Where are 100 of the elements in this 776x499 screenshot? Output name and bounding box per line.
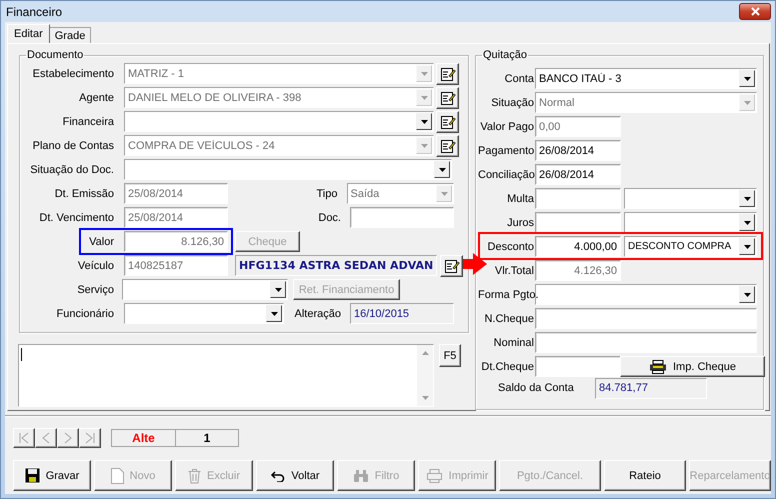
field-label: Conta (504, 72, 534, 84)
value-display: 16/10/2015 (350, 303, 454, 324)
caret-down-icon (744, 220, 750, 224)
text-field[interactable] (535, 308, 757, 329)
form-button[interactable]: Imp. Cheque (620, 356, 765, 377)
vehicle-label: HFG1134 ASTRA SEDAN ADVAN (235, 255, 438, 276)
field-label: Plano de Contas (32, 140, 114, 152)
dropdown-button[interactable] (739, 190, 755, 207)
field-label: Veículo (76, 260, 114, 272)
caret-down-icon (744, 244, 750, 248)
last-record-icon (83, 431, 97, 445)
blank-page-icon (110, 468, 124, 484)
undo-arrow-icon (270, 470, 286, 482)
caret-down-icon (274, 288, 282, 292)
field-label: Multa (506, 192, 534, 204)
field-label: Funcionário (56, 308, 114, 320)
dropdown-field[interactable] (122, 279, 288, 300)
toolbar-button[interactable]: Gravar (13, 460, 91, 491)
edit-button[interactable] (436, 134, 459, 156)
dropdown-button[interactable] (739, 70, 755, 87)
caret-down-icon (744, 196, 750, 200)
close-button[interactable] (739, 3, 771, 20)
dropdown-field[interactable] (124, 159, 452, 180)
text-field[interactable]: 26/08/2014 (535, 164, 621, 185)
dropdown-field[interactable] (124, 303, 284, 324)
field-label: Estabelecimento (32, 68, 114, 80)
notepad-icon (444, 258, 460, 274)
dropdown-field[interactable] (124, 111, 434, 132)
record-mode: Alte (112, 430, 176, 446)
text-field[interactable] (535, 356, 621, 377)
text-field[interactable]: 4.000,00 (535, 236, 621, 257)
field-label: Doc. (317, 212, 341, 224)
field-label: N.Cheque (483, 312, 534, 324)
dropdown-field[interactable]: DESCONTO COMPRA (624, 236, 757, 257)
field-label: Pagamento (478, 144, 534, 156)
caret-down-icon (744, 292, 750, 296)
field-label: Valor (88, 236, 114, 248)
group-title: Documento (26, 49, 84, 61)
scrollbar[interactable] (417, 345, 433, 406)
value-display: 84.781,77 (595, 378, 707, 398)
dropdown-button[interactable] (416, 113, 432, 130)
notepad-icon (440, 138, 456, 154)
field-label: Conciliação (478, 168, 534, 180)
tab[interactable]: Grade (48, 27, 92, 43)
edit-button[interactable] (436, 110, 459, 132)
text-field[interactable] (350, 207, 454, 228)
field-label: Dt. Vencimento (38, 212, 114, 224)
caret-down-icon (420, 120, 428, 124)
text-field[interactable] (535, 188, 621, 209)
dropdown-field[interactable] (624, 212, 757, 233)
memo-field[interactable] (18, 344, 434, 407)
dropdown-button[interactable] (270, 281, 286, 298)
group-title: Quitação (482, 49, 528, 61)
window-title: Financeiro (6, 4, 62, 18)
edit-button[interactable] (440, 254, 464, 276)
field-label: Juros (506, 216, 534, 228)
field-label: Nominal (492, 336, 534, 348)
dropdown-button[interactable] (434, 161, 450, 178)
toolbar-button[interactable]: Voltar (256, 460, 334, 491)
dropdown-button[interactable] (739, 238, 755, 255)
toolbar-button[interactable]: Rateio (604, 460, 686, 491)
text-caret (21, 348, 22, 361)
edit-button[interactable] (436, 86, 459, 108)
dropdown-button[interactable] (739, 214, 755, 231)
caret-down-icon (422, 396, 428, 400)
caret-down-icon (744, 76, 750, 80)
caret-down-icon (744, 100, 750, 104)
first-record-icon (17, 431, 31, 445)
caret-down-icon (420, 144, 428, 148)
refresh-button[interactable]: F5 (439, 344, 461, 367)
caret-down-icon (420, 96, 428, 100)
tab[interactable]: Editar (7, 24, 50, 43)
field-label: Dt.Cheque (480, 360, 534, 372)
pointer-arrow (463, 253, 487, 275)
notepad-icon (440, 66, 456, 82)
field-label: Agente (78, 92, 114, 104)
field-label: Situação (490, 96, 534, 108)
field-label: Alteração (294, 308, 341, 320)
field-label: Desconto (486, 240, 534, 252)
field-label: Saldo da Conta (498, 382, 575, 394)
dropdown-button[interactable] (266, 305, 282, 322)
notepad-icon (440, 114, 456, 130)
printer-icon (649, 360, 667, 374)
binoculars-icon (352, 469, 369, 482)
dropdown-field[interactable] (624, 188, 757, 209)
dropdown-button[interactable] (739, 286, 755, 303)
printer-icon (426, 468, 443, 482)
field-label: Valor Pago (479, 120, 534, 132)
text-field[interactable] (535, 332, 757, 353)
trash-can-icon (188, 468, 201, 484)
field-label: Dt. Emissão (54, 188, 114, 200)
text-field[interactable]: 26/08/2014 (535, 140, 621, 161)
text-field[interactable] (535, 212, 621, 233)
caret-down-icon (270, 312, 278, 316)
caret-down-icon (440, 192, 448, 196)
caret-down-icon (420, 72, 428, 76)
caret-down-icon (438, 168, 446, 172)
notepad-icon (440, 90, 456, 106)
edit-button[interactable] (436, 62, 459, 84)
record-number: 1 (202, 430, 212, 446)
